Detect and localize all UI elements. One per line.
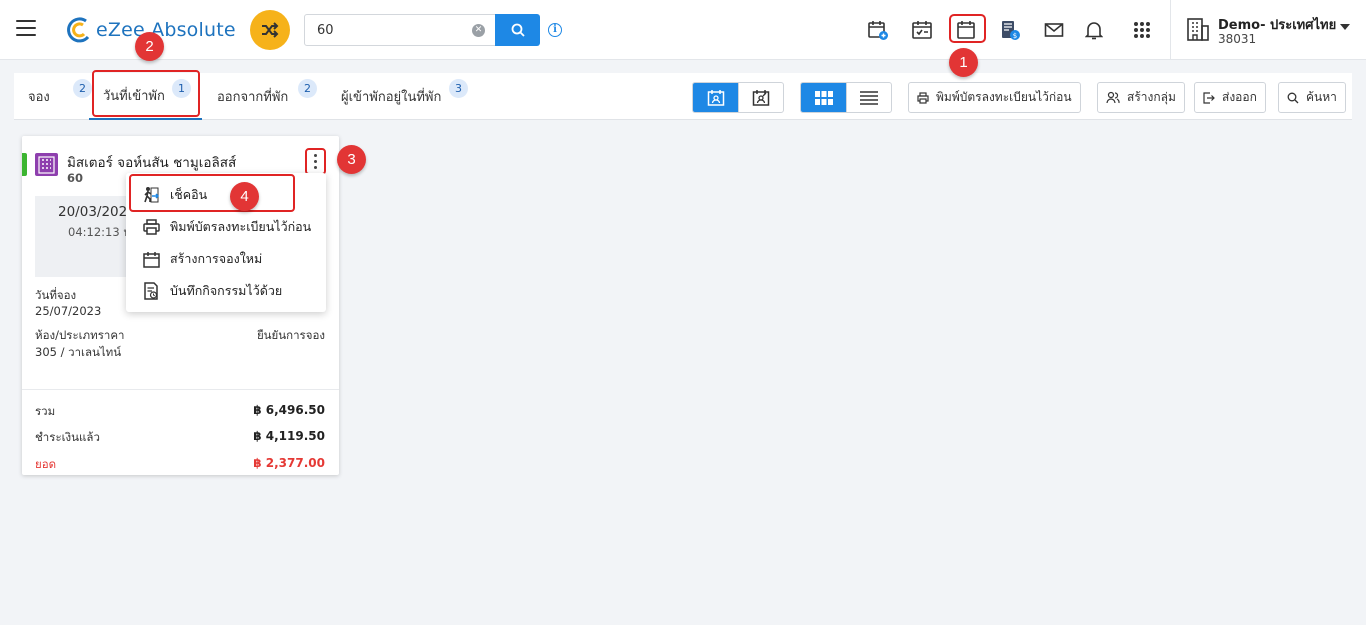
highlight-arrivals-tab (92, 70, 200, 117)
print-prereg-button[interactable]: พิมพ์บัตรลงทะเบียนไว้ก่อน (908, 82, 1081, 113)
shuffle-button[interactable] (250, 10, 290, 50)
app-logo-text: eZee Absolute (96, 19, 236, 41)
tab-label: ผู้เข้าพักอยู่ในที่พัก (341, 90, 442, 105)
billing-icon[interactable]: $ (998, 18, 1022, 42)
checkin-calendar-icon[interactable] (910, 18, 934, 42)
arrival-time: 04:12:13 น (68, 225, 132, 239)
menu-item-label: บันทึกกิจกรรมไว้ด้วย (170, 283, 283, 298)
balance-label: ยอด (35, 457, 57, 471)
bell-icon[interactable] (1082, 18, 1106, 42)
search-toolbar-button[interactable]: ค้นหา (1278, 82, 1346, 113)
paid-value: ฿ 4,119.50 (253, 429, 325, 443)
guest-view-button[interactable] (738, 83, 783, 112)
search-icon (511, 23, 525, 37)
list-icon (860, 90, 878, 105)
arrival-view-button[interactable] (693, 83, 738, 112)
search-input[interactable] (305, 15, 465, 45)
status-indicator (22, 153, 27, 176)
step-marker-2: 2 (135, 32, 164, 61)
grid-icon (814, 90, 833, 105)
group-icon (1106, 91, 1120, 104)
layout-toggle (800, 82, 892, 113)
chevron-down-icon[interactable] (1340, 24, 1350, 30)
apps-grid-icon[interactable] (1130, 18, 1154, 42)
shuffle-icon (262, 22, 279, 38)
booking-date-label: วันที่จอง (35, 288, 77, 302)
room-label: ห้อง/ประเภทราคา (35, 328, 125, 342)
guest-name[interactable]: มิสเตอร์ จอห์นสัน ชามูเอลิสส์ (67, 151, 236, 173)
balance-value: ฿ 2,377.00 (253, 456, 325, 470)
clear-search-icon[interactable]: ✕ (472, 24, 485, 37)
create-group-button[interactable]: สร้างกลุ่ม (1097, 82, 1185, 113)
new-reservation-icon[interactable] (866, 18, 890, 42)
menu-item-log-activity[interactable]: บันทึกกิจกรรมไว้ด้วย (126, 275, 326, 307)
room-value: 305 / วาเลนไทน์ (35, 345, 122, 359)
calendar-icon (142, 250, 160, 268)
search-icon (1287, 92, 1299, 104)
tab-reservations[interactable]: จอง 2 (28, 73, 92, 120)
header-separator (1170, 0, 1171, 60)
menu-item-print-prereg[interactable]: พิมพ์บัตรลงทะเบียนไว้ก่อน (126, 211, 326, 243)
export-icon (1203, 91, 1215, 104)
hotel-building-icon (35, 153, 58, 176)
property-id: 38031 (1218, 32, 1257, 46)
step-marker-4: 4 (230, 182, 259, 211)
building-icon (1187, 18, 1209, 41)
step-marker-3: 3 (337, 145, 366, 174)
hamburger-menu-icon[interactable] (16, 20, 36, 38)
paid-label: ชำระเงินแล้ว (35, 430, 100, 444)
create-group-label: สร้างกลุ่ม (1127, 90, 1176, 104)
activity-log-icon (142, 282, 160, 300)
info-icon[interactable]: i (548, 23, 562, 37)
search-toolbar-label: ค้นหา (1306, 90, 1337, 104)
tab-count-badge: 3 (449, 79, 468, 98)
tab-count-badge: 2 (298, 79, 317, 98)
reservation-status: ยืนยันการจอง (256, 328, 325, 342)
card-divider (22, 389, 339, 390)
highlight-calendar-box (949, 14, 986, 43)
view-mode-toggle (692, 82, 784, 113)
menu-item-label: พิมพ์บัตรลงทะเบียนไว้ก่อน (170, 219, 312, 234)
mail-icon[interactable] (1042, 18, 1066, 42)
list-view-button[interactable] (846, 83, 891, 112)
menu-item-new-reservation[interactable]: สร้างการจองใหม่ (126, 243, 326, 275)
guest-calendar-alt-icon (752, 89, 770, 106)
ezee-logo-icon (67, 17, 90, 43)
total-label: รวม (35, 404, 56, 418)
tab-departures[interactable]: ออกจากที่พัก 2 (217, 73, 317, 120)
export-label: ส่งออก (1222, 90, 1257, 104)
booking-date-value: 25/07/2023 (35, 304, 102, 318)
printer-icon (917, 91, 929, 104)
search-field[interactable]: ✕ (304, 14, 496, 46)
svg-text:$: $ (1013, 32, 1017, 40)
more-options-kebab-icon[interactable] (305, 148, 326, 175)
print-prereg-label: พิมพ์บัตรลงทะเบียนไว้ก่อน (936, 90, 1072, 104)
tab-in-house[interactable]: ผู้เข้าพักอยู่ในที่พัก 3 (341, 73, 468, 120)
reservation-number: 60 (67, 171, 84, 185)
search-button[interactable] (495, 14, 540, 46)
export-button[interactable]: ส่งออก (1194, 82, 1266, 113)
top-header: eZee Absolute ✕ i (0, 0, 1366, 60)
highlight-check-in-box (129, 174, 295, 212)
guest-calendar-icon (707, 89, 724, 106)
printer-icon (142, 218, 160, 236)
total-value: ฿ 6,496.50 (253, 403, 325, 417)
grid-view-button[interactable] (801, 83, 846, 112)
step-marker-1: 1 (949, 48, 978, 77)
arrival-date: 20/03/2023 (58, 204, 136, 220)
menu-item-label: สร้างการจองใหม่ (170, 251, 263, 266)
tab-label: จอง (28, 90, 50, 105)
tab-label: ออกจากที่พัก (217, 90, 289, 105)
